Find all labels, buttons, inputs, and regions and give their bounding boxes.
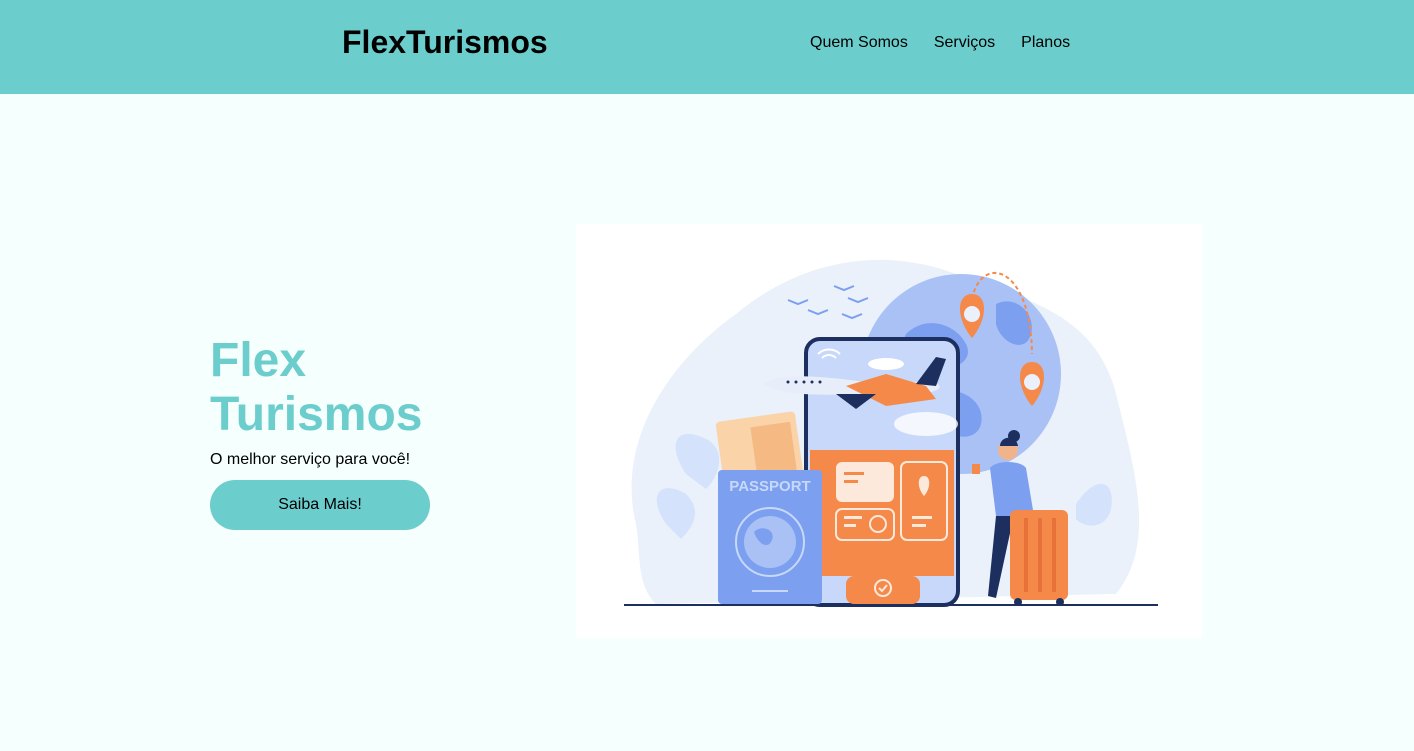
brand-logo[interactable]: FlexTurismos <box>342 24 548 61</box>
hero-title: Flex Turismos <box>210 334 470 442</box>
nav-link-quem-somos[interactable]: Quem Somos <box>810 34 908 52</box>
nav-link-servicos[interactable]: Serviços <box>934 34 995 52</box>
hero-subtitle: O melhor serviço para você! <box>210 451 411 468</box>
suitcase-icon <box>1010 510 1068 606</box>
hero-title-line2: Turismos <box>210 388 423 441</box>
passport-label: PASSPORT <box>729 478 810 495</box>
site-header: FlexTurismos Quem Somos Serviços Planos <box>0 0 1414 94</box>
main-nav: Quem Somos Serviços Planos <box>810 34 1070 52</box>
nav-link-planos[interactable]: Planos <box>1021 34 1070 52</box>
hero-title-line1: Flex <box>210 334 307 387</box>
travel-illustration-svg: PASSPORT <box>624 259 1158 607</box>
travel-illustration: PASSPORT <box>576 224 1202 638</box>
saiba-mais-button[interactable]: Saiba Mais! <box>210 480 430 530</box>
passport-icon: PASSPORT <box>718 470 822 604</box>
